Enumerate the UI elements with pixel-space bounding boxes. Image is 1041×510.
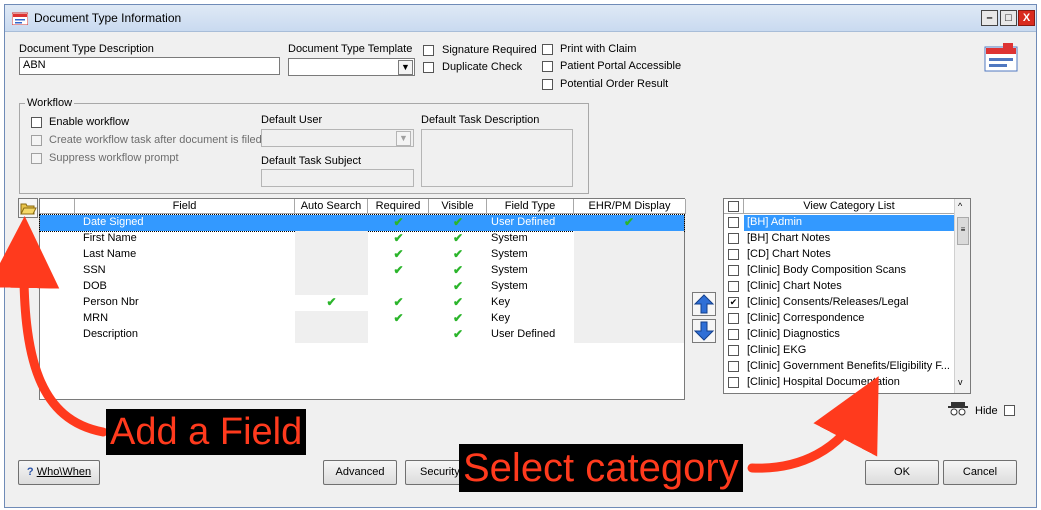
- select-category-annotation: Select category: [459, 444, 743, 492]
- add-field-arrow: [0, 216, 108, 437]
- select-category-arrow: [747, 376, 879, 473]
- add-field-annotation: Add a Field: [106, 409, 307, 455]
